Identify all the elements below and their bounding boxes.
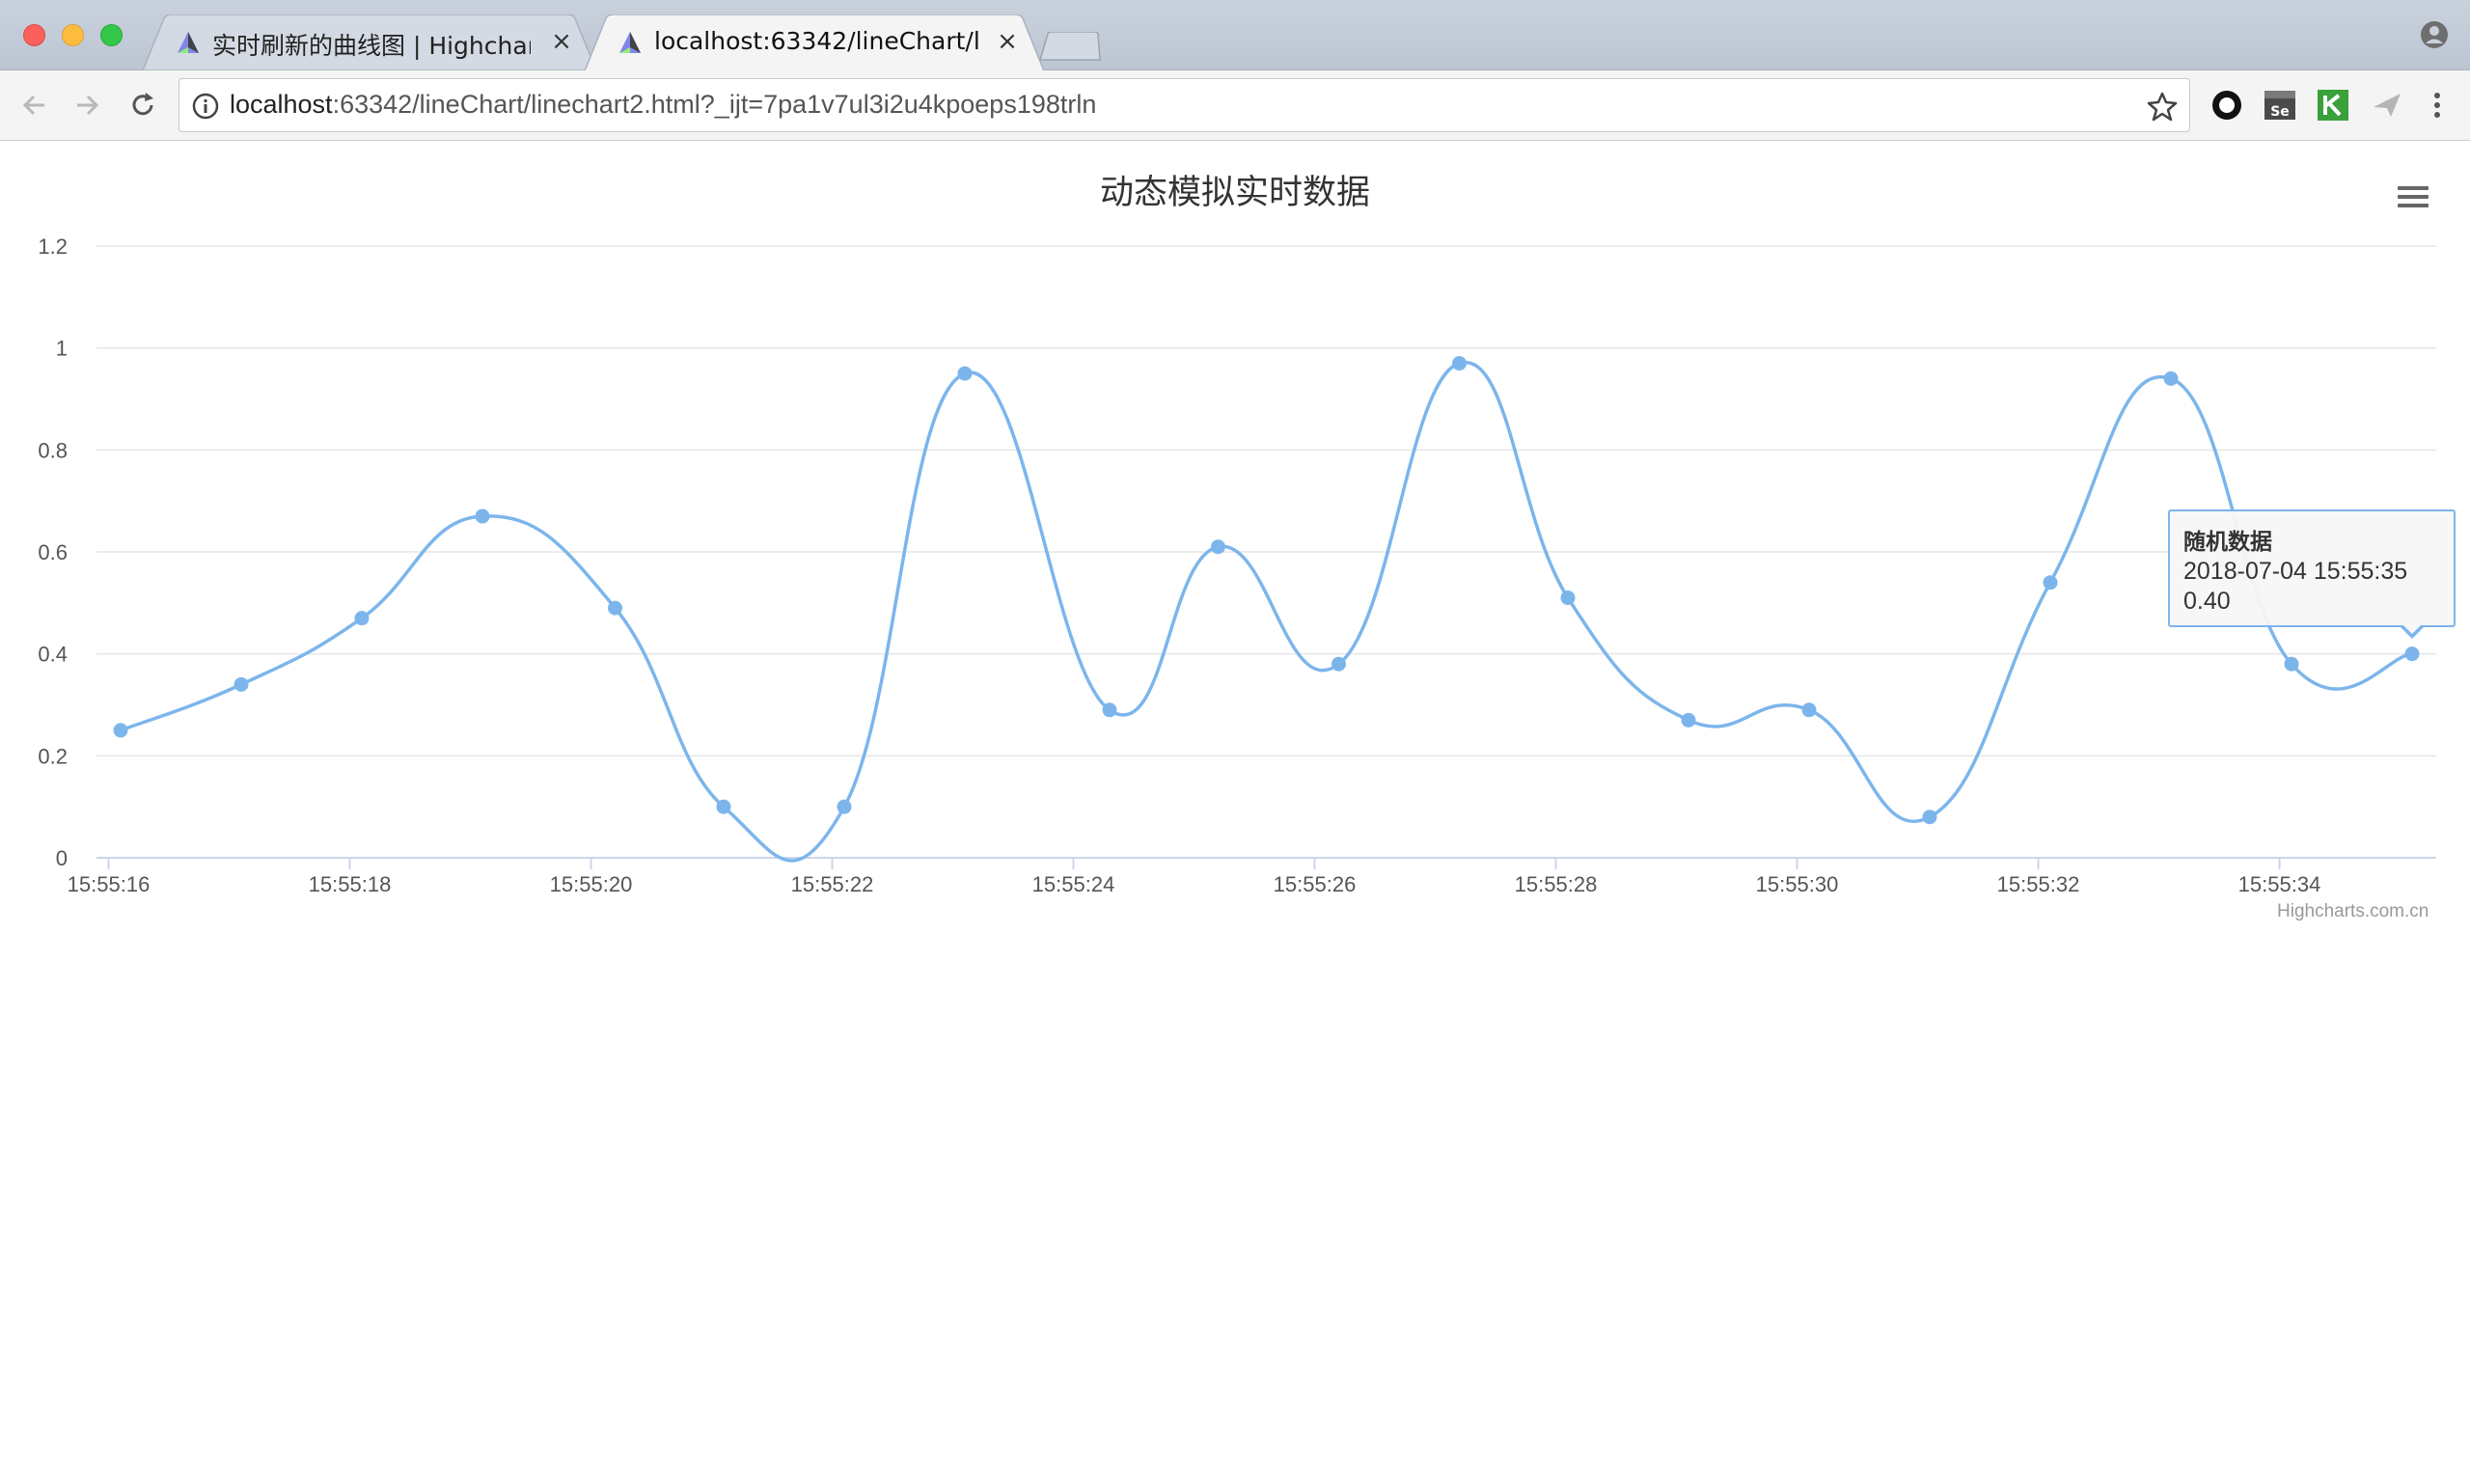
x-tick-label: 15:55:28 <box>1515 872 1598 896</box>
kebab-menu-icon[interactable] <box>2420 88 2455 123</box>
x-tick-label: 15:55:16 <box>68 872 151 896</box>
highcharts-favicon-icon <box>619 32 641 53</box>
line-chart: 15:55:16 15:55:18 15:55:20 15:55:22 15:55:24… <box>38 234 2436 896</box>
data-point <box>1102 702 1117 718</box>
data-point <box>1560 591 1576 606</box>
tab-title: 实时刷新的曲线图 | Highcharts <box>212 32 531 60</box>
tab-title: localhost:63342/lineChart/linec <box>654 27 982 55</box>
new-tab-button[interactable] <box>1038 32 1102 61</box>
highcharts-favicon-icon <box>178 32 199 53</box>
maximize-window-button[interactable] <box>100 24 123 46</box>
forward-arrow-icon[interactable] <box>69 88 104 123</box>
data-point <box>716 799 731 814</box>
data-point <box>2043 575 2058 591</box>
data-point <box>1452 356 1467 371</box>
x-tick-label: 15:55:18 <box>309 872 392 896</box>
svg-text:Se: Se <box>2270 104 2290 120</box>
data-point <box>113 723 128 738</box>
data-point <box>2163 371 2179 386</box>
data-point <box>1801 702 1817 718</box>
y-tick-label: 0.6 <box>38 540 68 564</box>
data-point <box>475 508 490 524</box>
y-tick-label: 0 <box>56 846 68 870</box>
data-point <box>1331 656 1346 672</box>
x-tick-label: 15:55:34 <box>2238 872 2321 896</box>
chart-container: 动态模拟实时数据 15:55:16 15:55:18 15:55:20 15:55:2… <box>0 142 2470 933</box>
x-tick-label: 15:55:22 <box>791 872 874 896</box>
circle-extension-icon[interactable] <box>2209 88 2244 123</box>
bird-extension-icon[interactable] <box>2370 88 2404 123</box>
close-tab-icon[interactable]: × <box>548 27 575 56</box>
y-tick-label: 1 <box>56 337 68 361</box>
data-point <box>837 799 852 814</box>
browser-toolbar: localhost:63342/lineChart/linechart2.htm… <box>0 70 2470 141</box>
tab-highcharts[interactable]: 实时刷新的曲线图 | Highcharts × <box>143 14 596 70</box>
credits-link[interactable]: Highcharts.com.cn <box>2277 901 2429 922</box>
x-tick-label: 15:55:20 <box>550 872 633 896</box>
url-path: :63342/lineChart/linechart2.html?_ijt=7p… <box>332 90 1097 119</box>
info-icon[interactable] <box>191 92 220 121</box>
selenium-extension-icon[interactable]: Se <box>2263 88 2297 123</box>
close-tab-icon[interactable]: × <box>994 27 1021 56</box>
x-tick-label: 15:55:32 <box>1997 872 2080 896</box>
back-arrow-icon[interactable] <box>17 88 52 123</box>
data-point <box>957 366 973 381</box>
minimize-window-button[interactable] <box>62 24 84 46</box>
address-bar[interactable]: localhost:63342/lineChart/linechart2.htm… <box>178 78 2190 132</box>
profile-icon[interactable] <box>2420 20 2449 49</box>
data-point <box>1681 712 1696 728</box>
data-point <box>2284 656 2299 672</box>
chart-tooltip: 随机数据 2018-07-04 15:55:35 0.40 <box>2168 509 2456 627</box>
tooltip-series-name: 随机数据 <box>2183 529 2272 554</box>
tooltip-pointer-fill <box>2401 623 2423 634</box>
tooltip-time: 2018-07-04 15:55:35 <box>2183 558 2408 585</box>
series-line <box>120 360 2413 863</box>
data-point <box>1922 810 1937 825</box>
x-tick-label: 15:55:26 <box>1274 872 1357 896</box>
url-text[interactable]: localhost:63342/lineChart/linechart2.htm… <box>230 90 1096 120</box>
star-icon[interactable] <box>2146 90 2179 123</box>
data-point <box>608 600 622 616</box>
tab-localhost[interactable]: localhost:63342/lineChart/linec × <box>585 14 1044 70</box>
url-host: localhost <box>230 90 333 119</box>
y-tick-label: 0.8 <box>38 438 68 462</box>
data-point <box>2404 646 2420 662</box>
data-point <box>233 676 249 692</box>
y-tick-label: 1.2 <box>38 234 68 259</box>
x-tick-label: 15:55:24 <box>1032 872 1115 896</box>
close-window-button[interactable] <box>23 24 45 46</box>
tooltip-value: 0.40 <box>2183 588 2231 615</box>
y-tick-label: 0.4 <box>38 643 68 667</box>
window-titlebar: 实时刷新的曲线图 | Highcharts × localhost:63342/… <box>0 0 2470 70</box>
y-tick-label: 0.2 <box>38 744 68 768</box>
data-point <box>1211 539 1225 555</box>
data-point <box>354 611 370 626</box>
tab-title-text: localhost:63342/lineChart/line <box>654 27 982 55</box>
x-tick-label: 15:55:30 <box>1756 872 1839 896</box>
reload-icon[interactable] <box>125 88 160 123</box>
green-k-extension-icon[interactable] <box>2316 88 2350 123</box>
